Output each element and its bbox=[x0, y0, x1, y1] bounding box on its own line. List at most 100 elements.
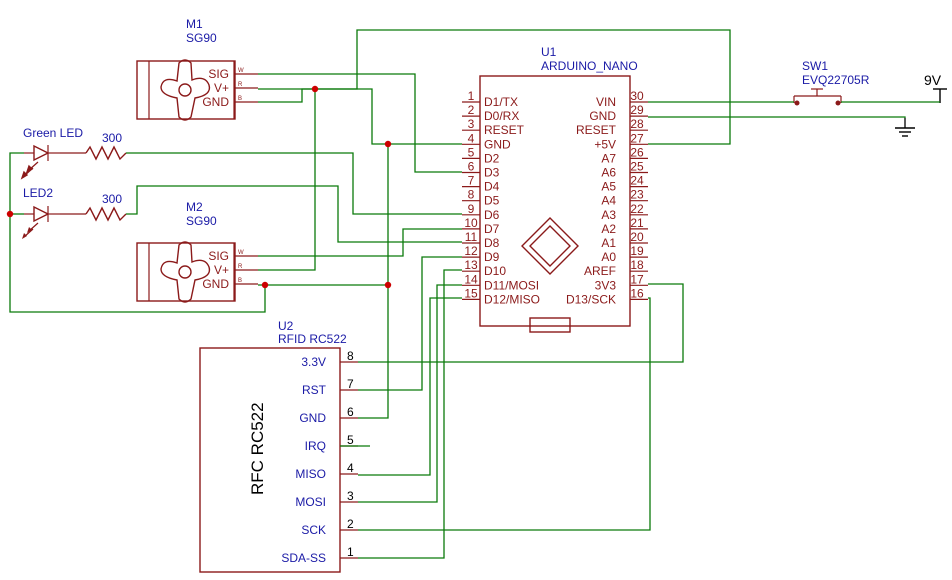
nano-pin-number: 2 bbox=[468, 103, 475, 117]
switch-sw1[interactable]: SW1 EVQ22705R bbox=[793, 59, 870, 106]
resistor-r1-zigzag bbox=[85, 145, 127, 161]
schematic-canvas: U1 ARDUINO_NANO 1 D1/TX2 D0/RX3 RESET4 GND5 D… bbox=[6, 17, 947, 573]
servo-pin-label: V+ bbox=[214, 81, 229, 95]
servo-pin-label: GND bbox=[202, 95, 229, 109]
servo-m2-ref: M2 bbox=[186, 200, 203, 214]
nano-pin-number: 15 bbox=[464, 286, 478, 300]
rfid-value: RFID RC522 bbox=[278, 332, 347, 346]
nano-pin-label: D13/SCK bbox=[566, 292, 616, 306]
led-green[interactable]: Green LED bbox=[20, 126, 83, 180]
rfid-pin-number: 2 bbox=[347, 517, 354, 531]
nano-value: ARDUINO_NANO bbox=[541, 59, 638, 73]
rfid-pin-label: MOSI bbox=[295, 495, 326, 509]
rfid-pin-label: MISO bbox=[295, 467, 326, 481]
nano-pin-number: 21 bbox=[630, 216, 644, 230]
resistor-r2[interactable]: 300 bbox=[60, 192, 127, 222]
servo-m2-symbol: SIG W V+ R GND B bbox=[136, 241, 258, 303]
nano-pin-number: 5 bbox=[468, 145, 475, 159]
nano-pin-number: 8 bbox=[468, 188, 475, 202]
wire-sck bbox=[358, 297, 651, 531]
servo-pin-id: W bbox=[238, 250, 244, 256]
nano-pin-label: D10 bbox=[484, 264, 506, 278]
resistor-r2-zigzag bbox=[85, 206, 127, 222]
rfid-pins: 8 3.3V 7 RST 6 GND 5 IRQ 4 MISO 3 MOSI 2 SCK 1 SDA-SS bbox=[281, 349, 358, 565]
nano-pin-label: GND bbox=[484, 137, 511, 151]
junction-led-return bbox=[6, 210, 14, 218]
led-green-triangle bbox=[33, 144, 50, 162]
servo-m2[interactable]: M2 SG90 SIG W V+ R GND B bbox=[136, 200, 258, 303]
nano-pin-label: D2 bbox=[484, 151, 500, 165]
led-2[interactable]: LED2 bbox=[22, 186, 60, 239]
nano-pin-label: A0 bbox=[601, 250, 616, 264]
wire-mosi bbox=[358, 284, 462, 503]
nano-right-pins: 30 VIN 29 GND 28 RESET 27 +5V 26 A7 25 A6 24 A5 23 A4 22… bbox=[566, 89, 648, 306]
rfid-body bbox=[199, 347, 341, 573]
nano-pin-label: D8 bbox=[484, 236, 500, 250]
rfid-pin-number: 4 bbox=[347, 461, 354, 475]
servo-hub bbox=[178, 265, 192, 279]
rfid-pin-label: SDA-SS bbox=[281, 551, 326, 565]
nano-pin-number: 20 bbox=[630, 230, 644, 244]
nano-pin-label: +5V bbox=[594, 137, 616, 151]
wire-m1-gnd bbox=[258, 88, 315, 103]
nano-pin-label: D11/MOSI bbox=[484, 278, 539, 292]
junction-gnd-top bbox=[384, 140, 392, 148]
power-9v: 9V bbox=[924, 72, 947, 103]
nano-pin-number: 29 bbox=[630, 103, 644, 117]
led-2-ref: LED2 bbox=[23, 186, 53, 200]
rfid-pin-label: RST bbox=[302, 383, 327, 397]
nano-pin-label: GND bbox=[589, 109, 616, 123]
wire-sda bbox=[358, 269, 462, 559]
ground-symbol bbox=[895, 118, 915, 137]
nano-pin-number: 10 bbox=[464, 216, 478, 230]
nano-pin-label: RESET bbox=[576, 123, 617, 137]
wire-rst bbox=[358, 256, 462, 391]
nano-pin-label: A3 bbox=[601, 208, 616, 222]
servo-m1[interactable]: M1 SG90 SIG W V+ R GND B bbox=[136, 17, 258, 121]
servo-horn bbox=[160, 59, 211, 121]
switch-contact-b bbox=[835, 100, 841, 106]
nano-pin-number: 26 bbox=[630, 145, 644, 159]
nano-pin-number: 23 bbox=[630, 188, 644, 202]
servo-m1-value: SG90 bbox=[186, 31, 217, 45]
nano-pin-label: D9 bbox=[484, 250, 500, 264]
nano-pin-label: A5 bbox=[601, 180, 616, 194]
nano-pin-label: A6 bbox=[601, 166, 616, 180]
switch-value: EVQ22705R bbox=[802, 73, 870, 87]
wire-gnd-29 bbox=[648, 116, 906, 118]
switch-contact-a bbox=[794, 100, 800, 106]
rfid-pin-number: 7 bbox=[347, 377, 354, 391]
led-2-emission-arrows bbox=[22, 222, 39, 239]
nano-pin-number: 22 bbox=[630, 202, 644, 216]
servo-pin-label: SIG bbox=[208, 249, 229, 263]
rfid-pin-label: 3.3V bbox=[301, 355, 326, 369]
rfid-ref: U2 bbox=[278, 319, 294, 333]
nano-pin-label: D4 bbox=[484, 180, 500, 194]
rfid-pin-label: IRQ bbox=[305, 439, 326, 453]
nano-pin-number: 3 bbox=[468, 117, 475, 131]
nano-pin-number: 1 bbox=[468, 89, 475, 103]
nano-pin-label: RESET bbox=[484, 123, 525, 137]
servo-hub bbox=[178, 83, 192, 97]
nano-pin-label: D3 bbox=[484, 166, 500, 180]
servo-m1-symbol: SIG W V+ R GND B bbox=[136, 59, 258, 121]
led-2-triangle bbox=[33, 205, 50, 223]
arduino-nano[interactable]: U1 ARDUINO_NANO 1 D1/TX2 D0/RX3 RESET4 GND5 D… bbox=[462, 45, 648, 333]
nano-pin-label: D7 bbox=[484, 222, 500, 236]
servo-pin-id: R bbox=[238, 264, 243, 270]
wire-gnd-bus bbox=[315, 88, 462, 145]
wire-miso bbox=[358, 297, 462, 476]
nano-pin-number: 12 bbox=[464, 244, 478, 258]
nano-left-pins: 1 D1/TX 2 D0/RX 3 RESET 4 GND 5 D2 6 D3 7 D4 8 D5 9 D6 10 D… bbox=[462, 89, 540, 306]
led-green-emission-arrows bbox=[20, 161, 39, 180]
junctions bbox=[6, 85, 392, 289]
servo-m2-value: SG90 bbox=[186, 214, 217, 228]
rfid-module[interactable]: U2 RFID RC522 RFC RC522 8 3.3V 7 RST 6 GND 5 IR… bbox=[199, 319, 358, 573]
nano-pin-label: A4 bbox=[601, 194, 616, 208]
nano-pin-number: 13 bbox=[464, 258, 478, 272]
nano-pin-number: 18 bbox=[630, 258, 644, 272]
rfid-pin-label: SCK bbox=[301, 523, 326, 537]
nano-pin-label: D12/MISO bbox=[484, 292, 540, 306]
nano-pin-number: 16 bbox=[630, 286, 644, 300]
nano-pin-label: A7 bbox=[601, 151, 616, 165]
